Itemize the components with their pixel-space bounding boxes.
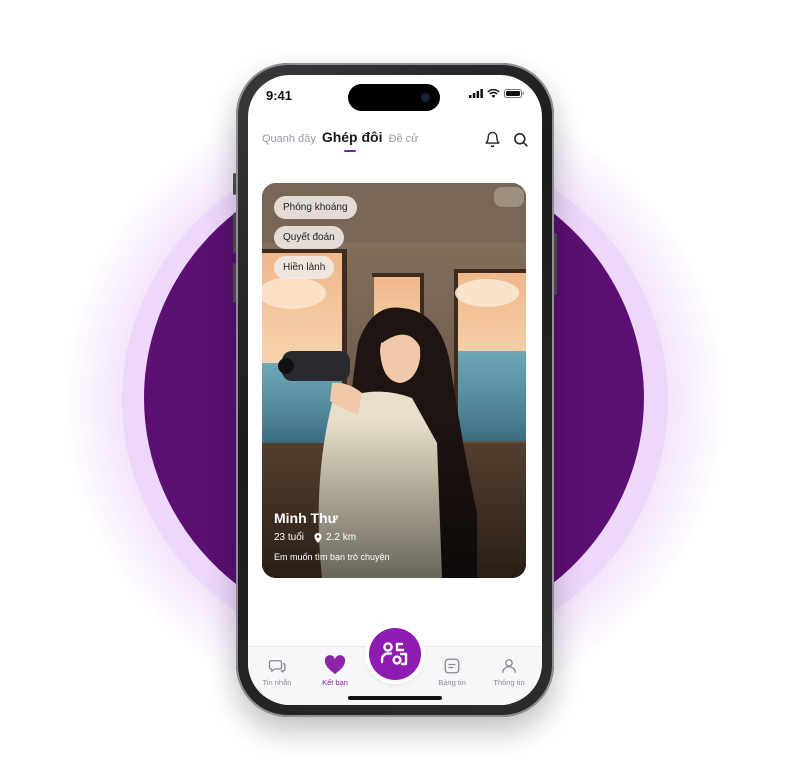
- nav-messages[interactable]: Tin nhắn: [252, 657, 302, 687]
- home-indicator: [348, 696, 442, 700]
- power-button: [554, 233, 557, 295]
- profile-name: Minh Thư: [274, 510, 338, 526]
- tag-chip: Hiền lành: [274, 256, 335, 279]
- tab-matching-label: Ghép đôi: [321, 129, 383, 145]
- board-icon: [444, 658, 460, 674]
- top-tabs: Quanh đây Ghép đôi Đề cử: [262, 129, 419, 152]
- tag-chip: Phóng khoáng: [274, 196, 357, 219]
- status-time: 9:41: [266, 88, 293, 103]
- nav-board-label: Bảng tin: [438, 678, 466, 687]
- nav-friends-label: Kết bạn: [322, 678, 348, 687]
- tab-suggest[interactable]: Đề cử: [389, 133, 419, 145]
- profile-card[interactable]: Phóng khoáng Quyết đoán Hiền lành Minh T…: [262, 183, 526, 578]
- stage: 9:41 Quanh đây Ghép đôi Đề cử Phóng khoá…: [0, 0, 788, 783]
- profile-bio: Em muốn tìm bạn trò chuyện: [274, 552, 390, 562]
- volume-down-button: [233, 263, 236, 303]
- top-actions: [482, 129, 530, 149]
- search-icon: [513, 132, 528, 147]
- profile-meta: 23 tuổi 2.2 km: [274, 532, 514, 543]
- signal-icon: [469, 89, 483, 98]
- nav-board[interactable]: Bảng tin: [427, 657, 477, 687]
- active-tab-indicator: [343, 150, 356, 152]
- distance-value: 2.2 km: [326, 532, 357, 543]
- battery-icon: [504, 89, 524, 98]
- profile-age: 23 tuổi: [274, 532, 305, 543]
- volume-up-button: [233, 213, 236, 253]
- dynamic-island: [348, 84, 440, 111]
- tab-nearby[interactable]: Quanh đây: [262, 133, 316, 145]
- tag-chip: Quyết đoán: [274, 226, 344, 249]
- nav-friends[interactable]: Kết bạn: [310, 655, 360, 687]
- bell-icon: [484, 131, 500, 147]
- notification-button[interactable]: [482, 129, 502, 149]
- user-icon: [501, 659, 517, 673]
- phone-frame: 9:41 Quanh đây Ghép đôi Đề cử Phóng khoá…: [233, 63, 557, 717]
- status-icons: [469, 89, 524, 98]
- match-action-button[interactable]: [369, 628, 421, 680]
- nav-messages-label: Tin nhắn: [262, 678, 292, 687]
- tab-matching[interactable]: Ghép đôi: [321, 129, 383, 152]
- action-button: [233, 173, 236, 195]
- match-icon: [380, 642, 408, 666]
- app-screen: 9:41 Quanh đây Ghép đôi Đề cử Phóng khoá…: [248, 75, 542, 705]
- wifi-icon: [487, 89, 500, 98]
- profile-distance: 2.2 km: [314, 532, 356, 543]
- nav-profile-label: Thông tin: [493, 678, 525, 687]
- chat-icon: [268, 660, 286, 673]
- heart-icon: [324, 655, 346, 675]
- location-pin-icon: [314, 532, 322, 543]
- nav-profile[interactable]: Thông tin: [484, 657, 534, 687]
- profile-info: Minh Thư 23 tuổi 2.2 km Em muốn tìm bạn …: [274, 510, 514, 562]
- search-button[interactable]: [510, 129, 530, 149]
- personality-tags: Phóng khoáng Quyết đoán Hiền lành: [274, 196, 357, 279]
